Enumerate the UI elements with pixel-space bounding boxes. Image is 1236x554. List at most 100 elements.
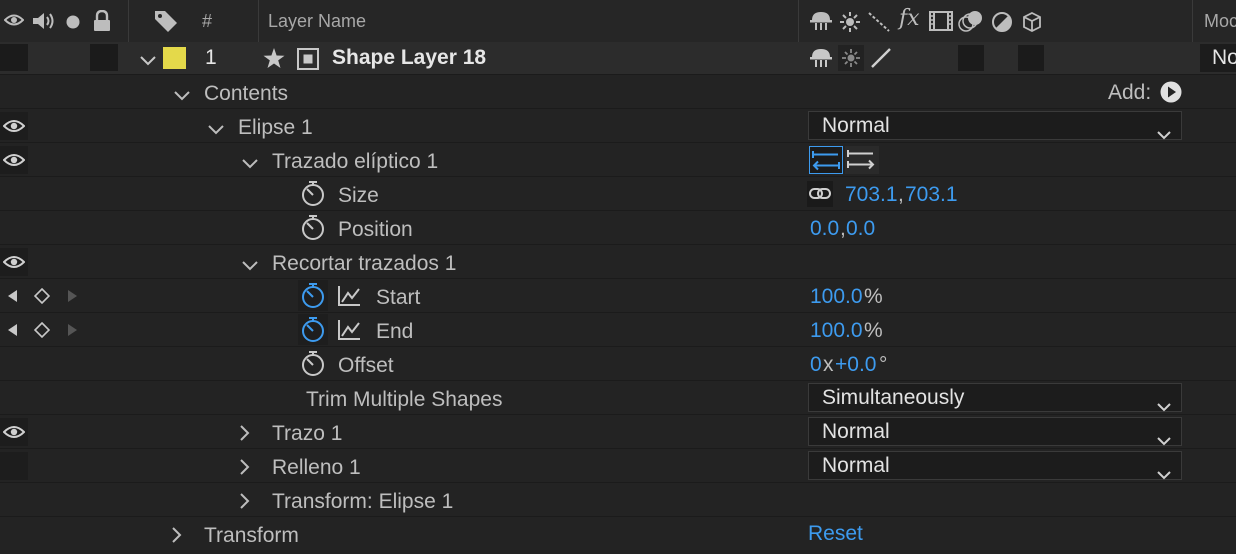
stopwatch-icon[interactable] xyxy=(301,350,325,382)
shy-icon[interactable] xyxy=(810,11,832,36)
transform-label[interactable]: Transform xyxy=(204,519,299,552)
end-value[interactable]: 100.0 xyxy=(810,314,863,347)
position-y-value[interactable]: 0.0 xyxy=(846,212,875,245)
add-keyframe-icon[interactable] xyxy=(33,321,51,343)
stopwatch-active-icon[interactable] xyxy=(301,282,325,314)
position-x-value[interactable]: 0.0 xyxy=(810,212,839,245)
chevron-down-icon[interactable] xyxy=(174,88,190,106)
collapse-transformations-icon[interactable] xyxy=(840,12,860,37)
size-separator: , xyxy=(898,183,904,206)
shy-switch-icon[interactable] xyxy=(810,48,832,73)
layer-name[interactable]: Shape Layer 18 xyxy=(332,42,486,74)
offset-degrees-value[interactable]: +0.0 xyxy=(835,348,876,381)
layer-name-column-header[interactable]: Layer Name xyxy=(268,0,366,42)
offset-label: Offset xyxy=(338,354,394,377)
graph-icon[interactable] xyxy=(337,285,361,312)
eye-icon-box[interactable] xyxy=(0,146,28,174)
size-property-row[interactable]: Size 703.1 , 703.1 xyxy=(0,177,1236,211)
eye-off-box[interactable] xyxy=(0,452,28,480)
offset-x-separator: x xyxy=(823,353,834,376)
next-keyframe-icon[interactable] xyxy=(67,289,79,308)
lock-switch-box[interactable] xyxy=(90,44,118,71)
chevron-right-icon[interactable] xyxy=(240,459,250,480)
contents-row[interactable]: Contents Add: xyxy=(0,75,1236,109)
chevron-right-icon[interactable] xyxy=(240,493,250,514)
mode-column-header[interactable]: Moc xyxy=(1204,0,1236,42)
chevron-right-icon[interactable] xyxy=(172,527,182,548)
audio-icon[interactable] xyxy=(32,12,56,35)
solo-icon[interactable] xyxy=(66,15,80,34)
trim-multiple-shapes-value: Simultaneously xyxy=(822,386,965,409)
constrain-proportions-box[interactable] xyxy=(807,181,833,207)
end-property-row[interactable]: End 100.0 % xyxy=(0,313,1236,347)
start-value[interactable]: 100.0 xyxy=(810,280,863,313)
previous-keyframe-icon[interactable] xyxy=(6,323,18,342)
eye-icon-box[interactable] xyxy=(0,418,28,446)
header-divider xyxy=(128,0,129,42)
3d-switch-box[interactable] xyxy=(1018,45,1044,71)
transform-ellipse-row[interactable]: Transform: Elipse 1 xyxy=(0,483,1236,517)
position-label: Position xyxy=(338,218,413,241)
effects-fx-icon[interactable]: fx xyxy=(899,6,920,31)
ellipse-group-row[interactable]: Elipse 1 Normal xyxy=(0,109,1236,143)
stopwatch-icon[interactable] xyxy=(301,214,325,246)
eye-icon-box[interactable] xyxy=(0,112,28,140)
chevron-down-icon[interactable] xyxy=(242,156,258,174)
chevron-down-icon[interactable] xyxy=(208,122,224,140)
path-direction-normal-button[interactable] xyxy=(845,146,879,174)
graph-icon[interactable] xyxy=(337,319,361,346)
chevron-down-icon[interactable] xyxy=(242,258,258,276)
offset-degree-unit: ° xyxy=(879,353,888,376)
ellipse-blend-mode-dropdown[interactable]: Normal xyxy=(808,111,1182,140)
fill-label[interactable]: Relleno 1 xyxy=(272,451,361,484)
column-header-row: # Layer Name fx Moc xyxy=(0,0,1236,44)
stroke-label[interactable]: Trazo 1 xyxy=(272,417,342,450)
eye-icon-box[interactable] xyxy=(0,248,28,276)
trim-multiple-shapes-row[interactable]: Trim Multiple Shapes Simultaneously xyxy=(0,381,1236,415)
adjustment-switch-box[interactable] xyxy=(958,45,984,71)
adjustment-layer-icon[interactable] xyxy=(992,12,1012,37)
stroke-row[interactable]: Trazo 1 Normal xyxy=(0,415,1236,449)
stroke-blend-mode-dropdown[interactable]: Normal xyxy=(808,417,1182,446)
quality-icon[interactable] xyxy=(868,12,890,37)
layer-mode-value[interactable]: No xyxy=(1212,42,1236,74)
stopwatch-active-icon[interactable] xyxy=(301,316,325,348)
layer-label-color-swatch[interactable] xyxy=(163,47,186,69)
layer-row[interactable]: 1 Shape Layer 18 No xyxy=(0,42,1236,75)
video-visibility-icon[interactable] xyxy=(3,13,25,32)
chevron-right-icon[interactable] xyxy=(240,425,250,446)
lock-icon[interactable] xyxy=(93,9,111,37)
previous-keyframe-icon[interactable] xyxy=(6,289,18,308)
video-switch-box[interactable] xyxy=(0,44,28,71)
chevron-down-icon[interactable] xyxy=(140,53,156,71)
quality-switch-icon[interactable] xyxy=(870,47,892,74)
transform-ellipse-label[interactable]: Transform: Elipse 1 xyxy=(272,485,453,518)
ellipse-path-row[interactable]: Trazado elíptico 1 xyxy=(0,143,1236,177)
trim-paths-row[interactable]: Recortar trazados 1 xyxy=(0,245,1236,279)
add-play-icon[interactable] xyxy=(1160,81,1182,108)
3d-layer-icon[interactable] xyxy=(1022,11,1042,37)
trim-paths-label[interactable]: Recortar trazados 1 xyxy=(272,247,456,280)
stopwatch-icon[interactable] xyxy=(301,180,325,212)
offset-property-row[interactable]: Offset 0 x +0.0 ° xyxy=(0,347,1236,381)
path-direction-reverse-button[interactable] xyxy=(809,146,843,174)
frame-blending-icon[interactable] xyxy=(929,11,953,36)
trim-multiple-shapes-dropdown[interactable]: Simultaneously xyxy=(808,383,1182,412)
transform-reset-link[interactable]: Reset xyxy=(808,517,863,550)
transform-row[interactable]: Transform Reset xyxy=(0,517,1236,550)
label-tag-icon[interactable] xyxy=(154,10,178,37)
fill-row[interactable]: Relleno 1 Normal xyxy=(0,449,1236,483)
add-keyframe-icon[interactable] xyxy=(33,287,51,309)
offset-revolutions-value[interactable]: 0 xyxy=(810,348,822,381)
start-property-row[interactable]: Start 100.0 % xyxy=(0,279,1236,313)
stroke-blend-mode-value: Normal xyxy=(822,420,890,443)
collapse-transform-switch-icon[interactable] xyxy=(841,48,861,73)
position-property-row[interactable]: Position 0.0 , 0.0 xyxy=(0,211,1236,245)
ellipse-group-label[interactable]: Elipse 1 xyxy=(238,111,313,144)
size-x-value[interactable]: 703.1 xyxy=(845,178,898,211)
fill-blend-mode-dropdown[interactable]: Normal xyxy=(808,451,1182,480)
size-y-value[interactable]: 703.1 xyxy=(905,178,958,211)
next-keyframe-icon[interactable] xyxy=(67,323,79,342)
motion-blur-icon[interactable] xyxy=(958,10,984,37)
ellipse-path-label[interactable]: Trazado elíptico 1 xyxy=(272,145,438,178)
